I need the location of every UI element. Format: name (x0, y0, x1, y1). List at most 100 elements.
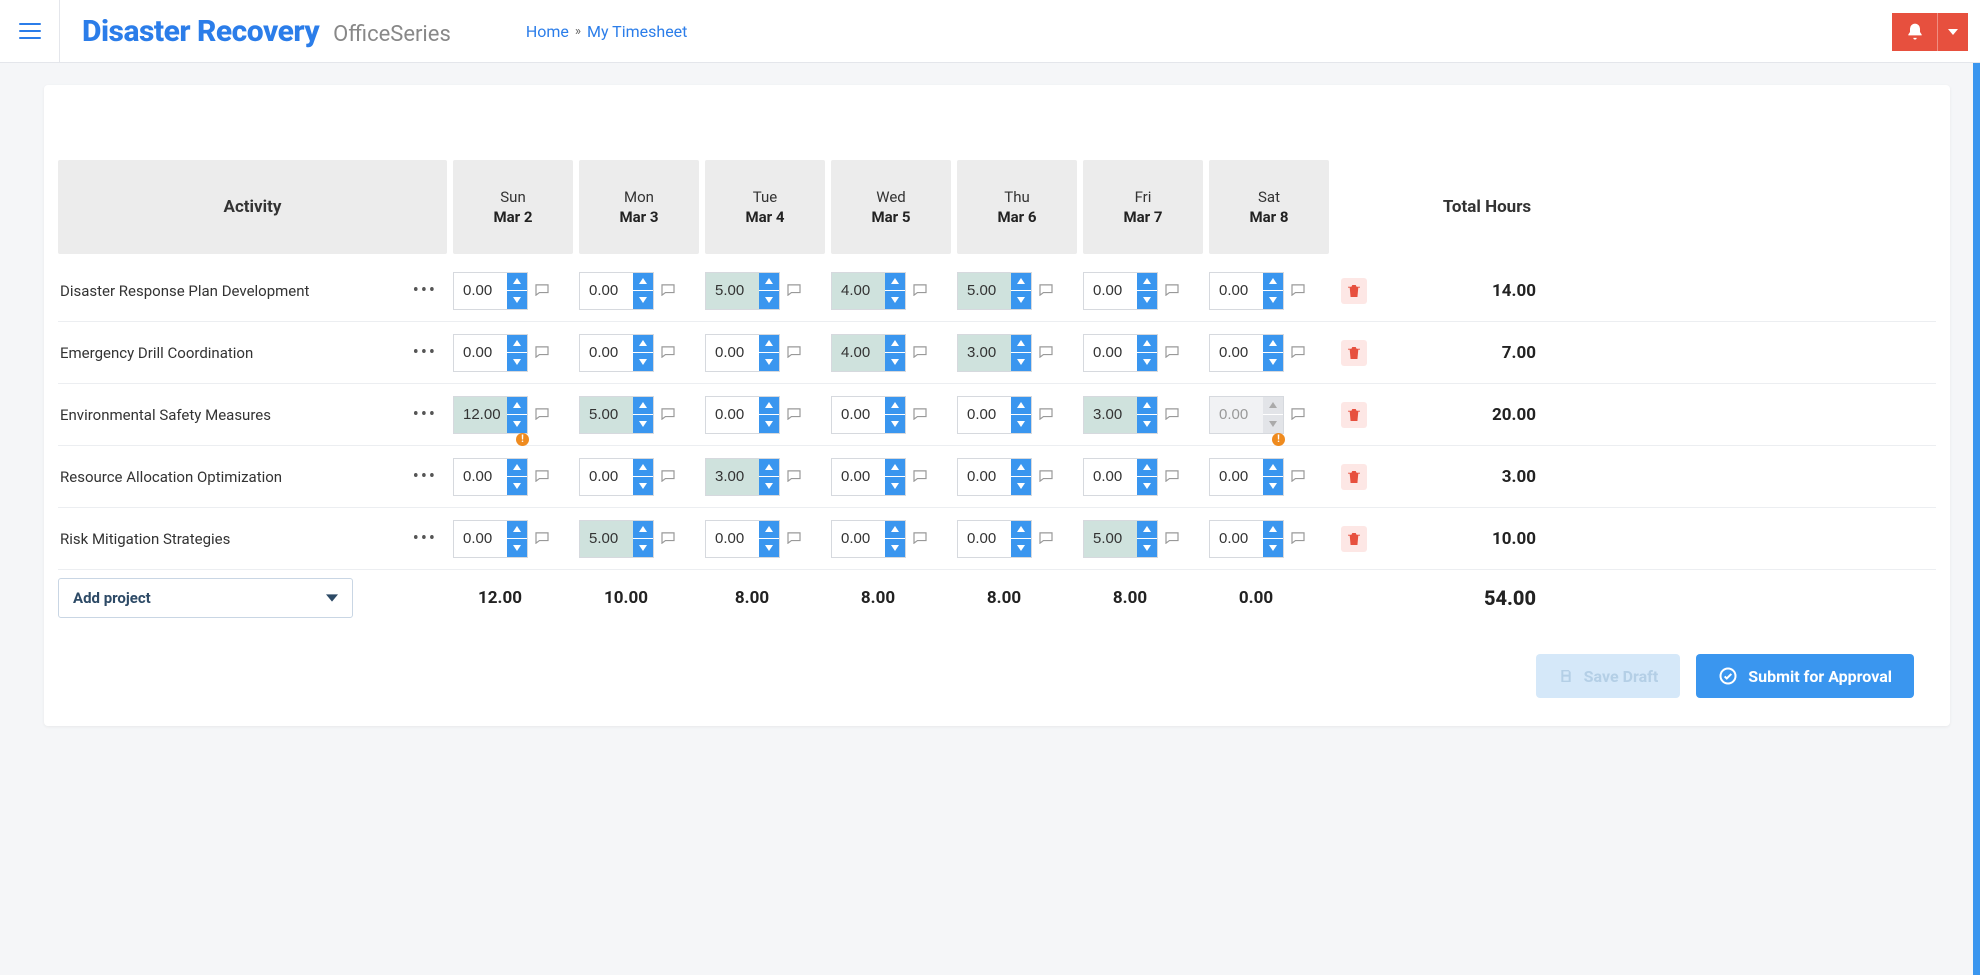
note-button[interactable] (1165, 529, 1179, 548)
add-project-dropdown[interactable]: Add project (58, 578, 353, 618)
note-button[interactable] (787, 343, 801, 362)
hours-input[interactable] (832, 521, 886, 557)
step-down-button[interactable] (1011, 353, 1031, 371)
note-button[interactable] (661, 405, 675, 424)
step-down-button[interactable] (507, 415, 527, 433)
note-button[interactable] (661, 467, 675, 486)
step-up-button[interactable] (885, 521, 905, 540)
delete-row-button[interactable] (1341, 526, 1367, 552)
note-button[interactable] (1165, 467, 1179, 486)
note-button[interactable] (1165, 405, 1179, 424)
note-button[interactable] (913, 343, 927, 362)
step-up-button[interactable] (1137, 335, 1157, 354)
row-menu-button[interactable]: ••• (405, 338, 445, 367)
step-up-button[interactable] (507, 459, 527, 478)
hours-input[interactable] (958, 521, 1012, 557)
step-up-button[interactable] (1011, 273, 1031, 292)
step-up-button[interactable] (759, 521, 779, 540)
step-up-button[interactable] (885, 459, 905, 478)
hours-input[interactable] (454, 335, 508, 371)
step-down-button[interactable] (507, 539, 527, 557)
hours-input[interactable] (1210, 459, 1264, 495)
step-down-button[interactable] (759, 477, 779, 495)
hours-input[interactable] (580, 273, 634, 309)
hours-input[interactable] (580, 397, 634, 433)
hours-input[interactable] (1084, 397, 1138, 433)
hours-input[interactable] (1084, 459, 1138, 495)
step-up-button[interactable] (1263, 273, 1283, 292)
step-down-button[interactable] (1011, 477, 1031, 495)
note-button[interactable] (1165, 281, 1179, 300)
step-down-button[interactable] (1263, 477, 1283, 495)
hours-input[interactable] (1210, 335, 1264, 371)
step-down-button[interactable] (1137, 477, 1157, 495)
hours-input[interactable] (958, 397, 1012, 433)
step-up-button[interactable] (633, 335, 653, 354)
step-down-button[interactable] (1011, 539, 1031, 557)
note-button[interactable] (535, 529, 549, 548)
hours-input[interactable] (706, 459, 760, 495)
hours-input[interactable] (706, 521, 760, 557)
step-down-button[interactable] (1011, 415, 1031, 433)
step-down-button[interactable] (1011, 291, 1031, 309)
step-down-button[interactable] (507, 291, 527, 309)
step-down-button[interactable] (1137, 539, 1157, 557)
step-up-button[interactable] (1011, 335, 1031, 354)
step-up-button[interactable] (1263, 397, 1283, 416)
row-menu-button[interactable]: ••• (405, 524, 445, 553)
hours-input[interactable] (832, 397, 886, 433)
note-button[interactable] (787, 281, 801, 300)
hours-input[interactable] (580, 335, 634, 371)
step-down-button[interactable] (1263, 353, 1283, 371)
hours-input[interactable] (706, 335, 760, 371)
step-up-button[interactable] (1263, 521, 1283, 540)
step-up-button[interactable] (1263, 459, 1283, 478)
note-button[interactable] (1039, 405, 1053, 424)
step-down-button[interactable] (885, 291, 905, 309)
note-button[interactable] (1291, 343, 1305, 362)
delete-row-button[interactable] (1341, 464, 1367, 490)
hours-input[interactable] (958, 459, 1012, 495)
step-down-button[interactable] (759, 415, 779, 433)
step-down-button[interactable] (1137, 353, 1157, 371)
note-button[interactable] (787, 529, 801, 548)
note-button[interactable] (1291, 529, 1305, 548)
note-button[interactable] (787, 467, 801, 486)
note-button[interactable] (787, 405, 801, 424)
step-up-button[interactable] (633, 521, 653, 540)
hours-input[interactable] (706, 273, 760, 309)
step-down-button[interactable] (1263, 291, 1283, 309)
save-draft-button[interactable]: Save Draft (1536, 654, 1681, 698)
hours-input[interactable] (958, 273, 1012, 309)
step-down-button[interactable] (633, 415, 653, 433)
breadcrumb-current[interactable]: My Timesheet (587, 22, 687, 41)
note-button[interactable] (535, 343, 549, 362)
step-down-button[interactable] (885, 539, 905, 557)
note-button[interactable] (913, 405, 927, 424)
step-up-button[interactable] (633, 273, 653, 292)
step-down-button[interactable] (633, 353, 653, 371)
step-up-button[interactable] (633, 397, 653, 416)
note-button[interactable] (913, 529, 927, 548)
note-button[interactable] (1291, 281, 1305, 300)
hours-input[interactable] (832, 273, 886, 309)
note-button[interactable] (1039, 281, 1053, 300)
submit-approval-button[interactable]: Submit for Approval (1696, 654, 1914, 698)
hours-input[interactable] (706, 397, 760, 433)
step-up-button[interactable] (885, 335, 905, 354)
hours-input[interactable] (1084, 273, 1138, 309)
note-button[interactable] (1039, 467, 1053, 486)
hours-input[interactable] (1210, 521, 1264, 557)
step-down-button[interactable] (1137, 291, 1157, 309)
note-button[interactable] (535, 467, 549, 486)
hours-input[interactable] (454, 397, 508, 433)
step-down-button[interactable] (633, 477, 653, 495)
step-up-button[interactable] (1263, 335, 1283, 354)
step-down-button[interactable] (1263, 539, 1283, 557)
hours-input[interactable] (832, 335, 886, 371)
step-up-button[interactable] (633, 459, 653, 478)
step-down-button[interactable] (1137, 415, 1157, 433)
note-button[interactable] (913, 467, 927, 486)
note-button[interactable] (1291, 467, 1305, 486)
menu-button[interactable] (0, 0, 60, 63)
